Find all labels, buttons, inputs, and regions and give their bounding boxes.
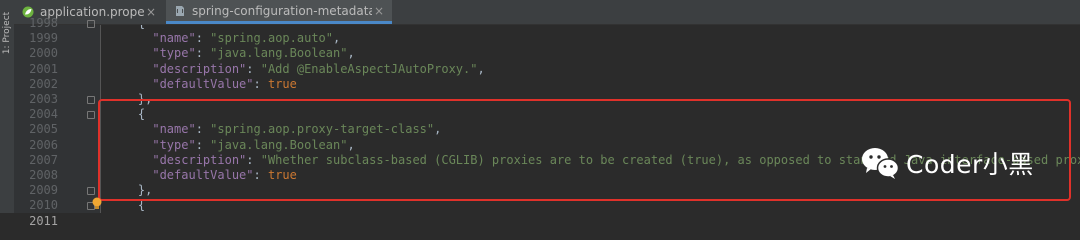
editor-tab-bar: application.properties × spring-configur… xyxy=(14,0,1080,25)
code-token: , xyxy=(347,137,355,152)
code-token: "spring.aop.auto" xyxy=(210,31,333,46)
tab-label: spring-configuration-metadata.json xyxy=(192,3,372,18)
close-icon[interactable]: × xyxy=(144,5,158,19)
code-token: "name" xyxy=(152,31,196,46)
code-line: "name": "spring.aop.auto", xyxy=(109,31,1080,46)
code-token: , xyxy=(434,122,442,137)
line-number: 2009 xyxy=(29,183,58,198)
wechat-icon xyxy=(862,148,900,179)
line-number: 2005 xyxy=(29,122,58,137)
fold-marker-icon[interactable] xyxy=(87,20,95,28)
line-number: 2003 xyxy=(29,92,58,106)
json-file-icon xyxy=(176,5,184,16)
code-line: "type": "java.lang.Boolean", xyxy=(109,46,1080,61)
project-tool-label[interactable]: 1: Project xyxy=(1,11,13,55)
code-token: : xyxy=(195,122,211,137)
fold-marker-icon[interactable] xyxy=(87,187,95,196)
code-line: { xyxy=(109,25,1080,31)
code-token: { xyxy=(137,198,146,213)
code-token: : xyxy=(195,137,211,152)
line-number: 2006 xyxy=(29,137,58,152)
code-token: : xyxy=(253,168,268,182)
code-line: "name": "spring.aop.proxy-target-class", xyxy=(109,122,1080,137)
code-token: "Add @EnableAspectJAutoProxy." xyxy=(260,61,478,76)
code-token: "spring.aop.proxy-target-class" xyxy=(210,122,435,137)
close-icon[interactable]: × xyxy=(372,4,386,18)
tab-spring-configuration-metadata[interactable]: spring-configuration-metadata.json × xyxy=(166,0,392,24)
code-token: "type" xyxy=(152,137,196,152)
watermark: Coder小黑 xyxy=(860,143,1034,183)
code-line: }, xyxy=(109,92,1080,107)
code-line: { xyxy=(109,198,1080,213)
code-line: }, xyxy=(109,183,1080,198)
code-token: : xyxy=(195,31,211,46)
code-token: "type" xyxy=(152,46,196,61)
fold-marker-icon[interactable] xyxy=(87,111,95,120)
line-number: 2002 xyxy=(29,76,58,91)
line-number: 2008 xyxy=(29,168,58,182)
line-number: 2010 xyxy=(29,198,58,213)
code-token: "description" xyxy=(152,152,247,167)
code-token: "name" xyxy=(152,122,196,137)
code-token: : xyxy=(246,61,261,76)
code-line: "defaultValue": true xyxy=(109,77,1080,92)
code-token: "defaultValue" xyxy=(152,76,254,91)
code-token: true xyxy=(267,76,297,91)
code-editor[interactable]: { "name": "spring.aop.auto", "type": "ja… xyxy=(101,25,1080,213)
code-line: { xyxy=(109,107,1080,122)
code-token: { xyxy=(138,25,145,30)
code-token: , xyxy=(347,46,355,61)
line-number: 2000 xyxy=(29,46,58,61)
lightbulb-icon[interactable] xyxy=(91,197,103,211)
code-token: : xyxy=(253,76,268,91)
line-number-gutter[interactable]: 1998 1999 2000 2001 2002 2003 2004 2005 2006 2007… xyxy=(14,16,101,228)
line-number: 2011 xyxy=(29,213,58,228)
code-token: "java.lang.Boolean" xyxy=(210,46,348,61)
code-token: }, xyxy=(137,183,153,198)
code-token: "java.lang.Boolean" xyxy=(210,137,348,152)
line-number: 1998 xyxy=(29,16,58,30)
code-token: }, xyxy=(137,92,153,106)
line-number: 2007 xyxy=(29,152,58,167)
code-token: : xyxy=(246,152,261,167)
line-number: 1999 xyxy=(29,31,58,46)
project-tool-strip[interactable]: 1: Project xyxy=(0,0,15,213)
fold-marker-icon[interactable] xyxy=(87,96,95,104)
code-token: true xyxy=(267,168,297,182)
code-token: : xyxy=(195,46,211,61)
line-number: 2004 xyxy=(29,107,58,122)
code-token: "defaultValue" xyxy=(152,168,254,182)
code-token: , xyxy=(333,31,341,46)
code-line: "description": "Add @EnableAspectJAutoPr… xyxy=(109,62,1080,77)
line-number: 2001 xyxy=(29,61,58,76)
code-token: "description" xyxy=(152,61,247,76)
code-token: , xyxy=(477,61,485,76)
code-token: { xyxy=(137,107,146,122)
watermark-text: Coder小黑 xyxy=(906,150,1034,179)
